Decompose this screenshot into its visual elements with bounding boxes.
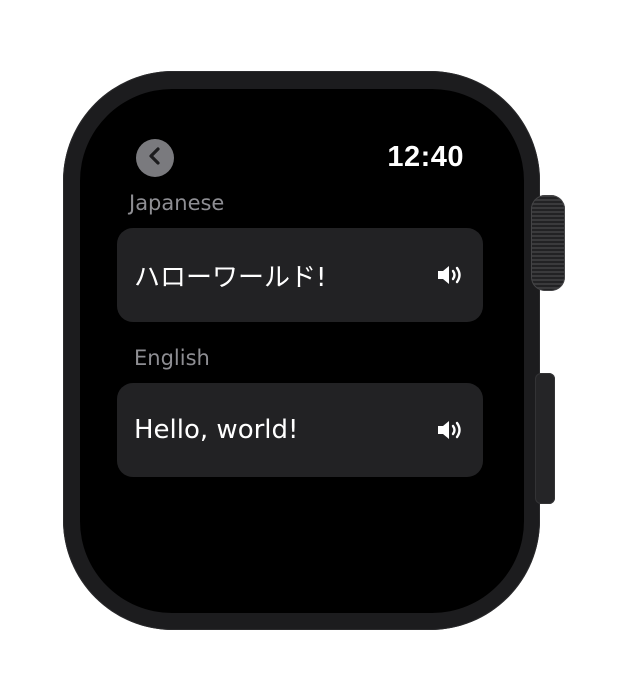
section-label-japanese: Japanese xyxy=(129,191,225,215)
translation-card-japanese[interactable]: ハローワールド! xyxy=(117,228,483,322)
status-time: 12:40 xyxy=(387,141,464,173)
translation-text-english: Hello, world! xyxy=(134,415,299,445)
watch-screen: 12:40 Japanese ハローワールド! English Hello, w… xyxy=(80,89,524,613)
speaker-icon[interactable] xyxy=(436,263,466,287)
back-button[interactable] xyxy=(136,139,174,177)
chevron-left-icon xyxy=(147,146,163,170)
side-button[interactable] xyxy=(535,373,555,504)
translation-text-japanese: ハローワールド! xyxy=(134,262,327,293)
digital-crown[interactable] xyxy=(531,195,565,291)
section-label-english: English xyxy=(134,346,210,370)
translation-card-english[interactable]: Hello, world! xyxy=(117,383,483,477)
speaker-icon[interactable] xyxy=(436,418,466,442)
